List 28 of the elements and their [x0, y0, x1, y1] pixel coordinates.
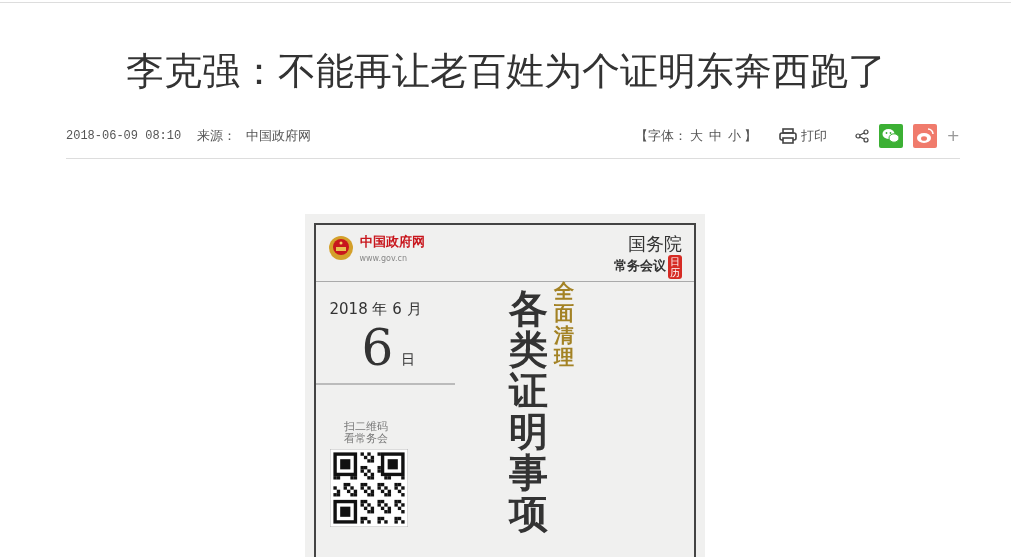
article-title: 李克强：不能再让老百姓为个证明东奔西跑了	[124, 48, 887, 95]
qr-code-icon	[329, 449, 408, 527]
poster-subheading: 常务会议	[613, 257, 666, 275]
calendar-month: 2018 年 6 月	[329, 300, 423, 319]
font-size-label: 【字体：	[634, 126, 687, 145]
printer-icon[interactable]	[778, 127, 797, 144]
share-icon[interactable]	[854, 128, 869, 143]
publish-date: 2018-06-09 08:10	[66, 128, 182, 143]
font-size-option[interactable]: 中	[708, 126, 722, 145]
day-unit: 日	[401, 351, 416, 369]
font-size-option[interactable]: 小	[727, 126, 741, 145]
qr-caption: 扫二维码	[342, 421, 389, 433]
chat-bubbles-icon[interactable]	[878, 123, 903, 148]
site-url: www.gov.cn	[359, 254, 409, 263]
poster-heading: 国务院	[627, 233, 682, 255]
poster-headline: 各类证明事项	[508, 288, 548, 534]
emblem-icon	[327, 235, 354, 261]
bracket: 】	[743, 126, 757, 145]
font-size-option[interactable]: 大	[689, 126, 703, 145]
calendar-day: 6	[361, 323, 394, 373]
eye-logo-icon[interactable]	[912, 123, 937, 148]
source-name: 中国政府网	[246, 126, 312, 145]
poster-tagline: 全面清理	[553, 280, 574, 368]
site-name: 中国政府网	[359, 233, 425, 251]
source-label: 来源：	[197, 126, 237, 145]
print-link[interactable]: 打印	[800, 126, 827, 145]
qr-caption: 看常务会	[342, 433, 389, 445]
calendar-seal: 日历	[667, 255, 682, 279]
